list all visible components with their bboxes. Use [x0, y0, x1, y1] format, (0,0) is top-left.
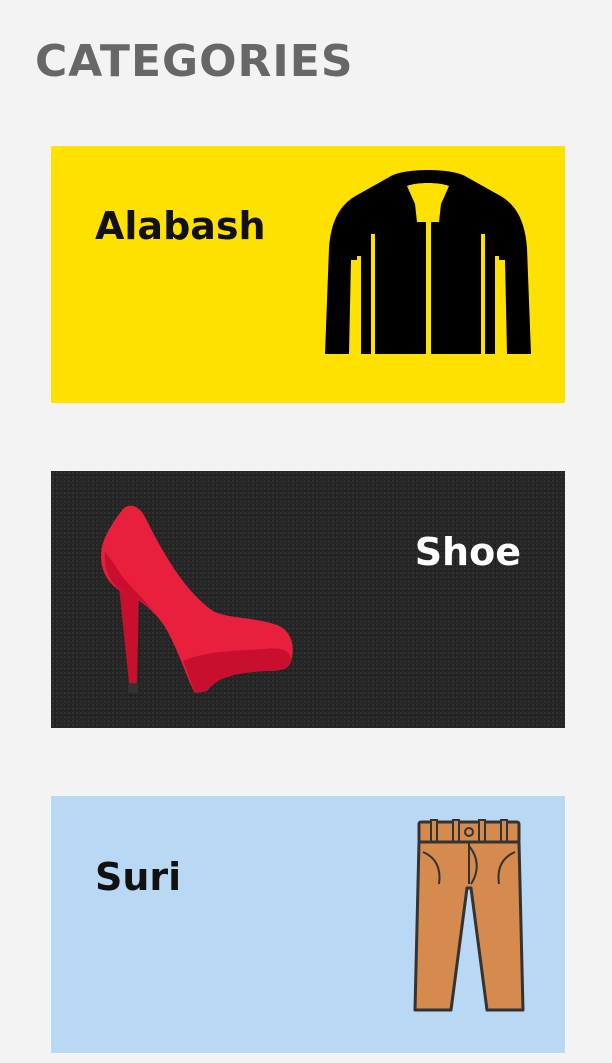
- category-label: Alabash: [95, 204, 266, 248]
- category-label: Shoe: [414, 530, 521, 574]
- category-label: Suri: [95, 855, 182, 899]
- category-card-alabash[interactable]: Alabash: [51, 146, 565, 403]
- high-heel-shoe-icon: [101, 505, 293, 693]
- categories-page: CATEGORIES Alabash Shoe Suri: [0, 0, 612, 1063]
- category-card-suri[interactable]: Suri: [51, 796, 565, 1053]
- category-card-shoe[interactable]: Shoe: [51, 471, 565, 728]
- jacket-icon: [325, 170, 531, 354]
- trousers-icon: [413, 819, 525, 1012]
- page-title: CATEGORIES: [35, 36, 354, 87]
